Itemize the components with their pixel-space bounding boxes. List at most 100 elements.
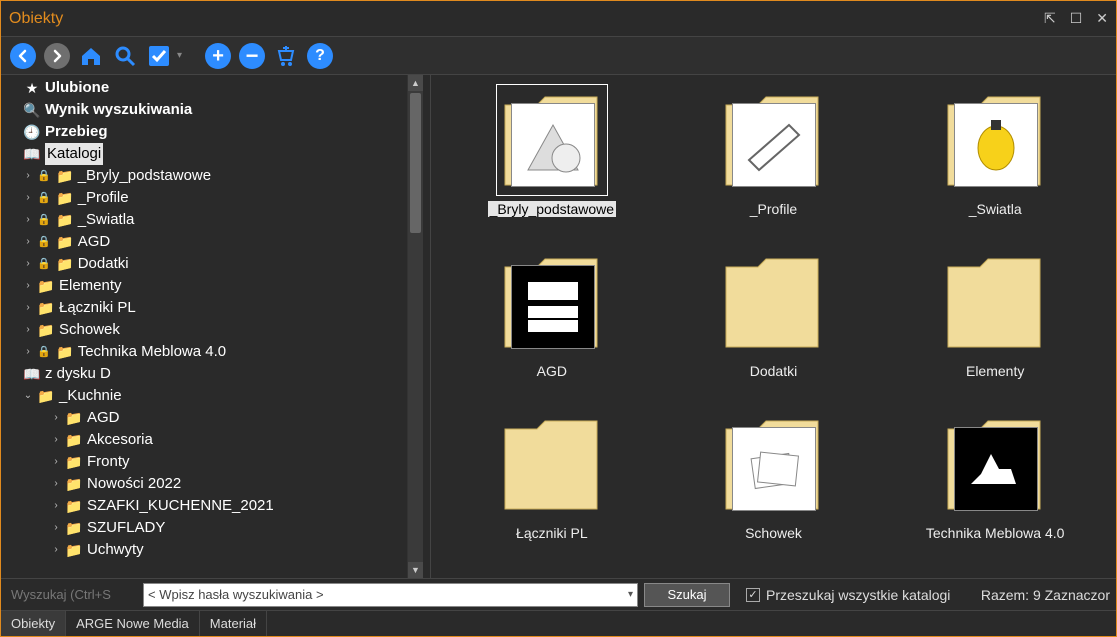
tree-item[interactable]: ⌄📁_Kuchnie xyxy=(1,385,407,407)
folder-item[interactable]: Schowek xyxy=(683,409,865,541)
home-button[interactable] xyxy=(77,42,105,70)
folder-thumbnail xyxy=(718,247,828,357)
folder-icon: 📁 xyxy=(65,407,83,429)
tree-item[interactable]: ›📁SZAFKI_KUCHENNE_2021 xyxy=(1,495,407,517)
maximize-icon[interactable]: ☐ xyxy=(1070,10,1083,27)
tree-item[interactable]: 🔍Wynik wyszukiwania xyxy=(1,99,407,121)
caret-icon: ⌄ xyxy=(23,385,33,407)
folder-thumbnail xyxy=(718,409,828,519)
folder-icon: 📁 xyxy=(56,231,74,253)
tree-item-label: z dysku D xyxy=(45,363,111,385)
search-submit-button[interactable]: Szukaj xyxy=(644,583,730,607)
caret-icon: › xyxy=(51,495,61,517)
folder-icon: 📁 xyxy=(37,275,55,297)
tree-item-label: _Swiatla xyxy=(78,209,135,231)
folder-label: Technika Meblowa 4.0 xyxy=(926,525,1065,541)
scroll-up-icon[interactable]: ▲ xyxy=(408,75,423,91)
folder-item[interactable]: _Profile xyxy=(683,85,865,217)
folder-item[interactable]: Technika Meblowa 4.0 xyxy=(904,409,1086,541)
folder-icon: 📁 xyxy=(56,253,74,275)
lock-icon: 🔒 xyxy=(37,187,51,209)
tree-item-label: Schowek xyxy=(59,319,120,341)
tree-item[interactable]: ›🔒📁_Bryly_podstawowe xyxy=(1,165,407,187)
tree-item-label: SZAFKI_KUCHENNE_2021 xyxy=(87,495,274,517)
folder-label: Dodatki xyxy=(750,363,797,379)
search-bar: Wyszukaj (Ctrl+S < Wpisz hasła wyszukiwa… xyxy=(1,578,1116,610)
clock-icon: 🕘 xyxy=(23,121,41,143)
tree-item[interactable]: ›📁AGD xyxy=(1,407,407,429)
tree-item[interactable]: ›🔒📁_Swiatla xyxy=(1,209,407,231)
tree-item[interactable]: ›📁Uchwyty xyxy=(1,539,407,561)
tree-item-catalogs[interactable]: 📖Katalogi xyxy=(1,143,407,165)
back-button[interactable] xyxy=(9,42,37,70)
tree-item[interactable]: ›📁Łączniki PL xyxy=(1,297,407,319)
tree-item[interactable]: ›🔒📁Dodatki xyxy=(1,253,407,275)
tree-item-label: Uchwyty xyxy=(87,539,144,561)
folder-item[interactable]: _Bryly_podstawowe xyxy=(461,85,643,217)
folder-icon: 📁 xyxy=(65,429,83,451)
chevron-down-icon[interactable]: ▾ xyxy=(628,589,633,600)
folder-icon: 📁 xyxy=(37,297,55,319)
scroll-down-icon[interactable]: ▼ xyxy=(408,562,423,578)
caret-icon: › xyxy=(23,319,33,341)
tree-item[interactable]: ★Ulubione xyxy=(1,77,407,99)
close-icon[interactable]: ✕ xyxy=(1096,10,1108,27)
search-all-checkbox[interactable]: ✓ Przeszukaj wszystkie katalogi xyxy=(746,587,950,603)
folder-item[interactable]: Łączniki PL xyxy=(461,409,643,541)
folder-icon xyxy=(497,409,607,519)
tree-item[interactable]: ›📁Akcesoria xyxy=(1,429,407,451)
dropdown-caret-icon[interactable]: ▾ xyxy=(177,50,182,61)
tree-item-label: AGD xyxy=(87,407,120,429)
check-button[interactable] xyxy=(145,42,173,70)
folder-item[interactable]: AGD xyxy=(461,247,643,379)
folder-item[interactable]: _Swiatla xyxy=(904,85,1086,217)
book-icon: 📖 xyxy=(23,143,41,165)
cart-button[interactable] xyxy=(272,42,300,70)
tree-item[interactable]: ›📁Fronty xyxy=(1,451,407,473)
folder-item[interactable]: Dodatki xyxy=(683,247,865,379)
folder-label: Schowek xyxy=(745,525,802,541)
folder-icon: 📁 xyxy=(56,341,74,363)
tree-item[interactable]: ›🔒📁Technika Meblowa 4.0 xyxy=(1,341,407,363)
search-combo[interactable]: < Wpisz hasła wyszukiwania > ▾ xyxy=(143,583,638,607)
tree-item[interactable]: ›📁SZUFLADY xyxy=(1,517,407,539)
scroll-thumb[interactable] xyxy=(410,93,421,233)
tree-item-label: Wynik wyszukiwania xyxy=(45,99,192,121)
search-hint: Wyszukaj (Ctrl+S xyxy=(7,587,137,602)
caret-icon: › xyxy=(51,451,61,473)
tree-item-label: Ulubione xyxy=(45,77,109,99)
tree-item[interactable]: 📖z dysku D xyxy=(1,363,407,385)
tree-item[interactable]: 🕘Przebieg xyxy=(1,121,407,143)
search-combo-text: < Wpisz hasła wyszukiwania > xyxy=(148,587,324,602)
caret-icon: › xyxy=(23,275,33,297)
tree-item[interactable]: ›📁Elementy xyxy=(1,275,407,297)
lock-icon: 🔒 xyxy=(37,253,51,275)
tab-obiekty[interactable]: Obiekty xyxy=(1,611,66,636)
folder-icon: 📁 xyxy=(56,187,74,209)
tree-item[interactable]: ›🔒📁_Profile xyxy=(1,187,407,209)
tab-material[interactable]: Materiał xyxy=(200,611,267,636)
scrollbar[interactable]: ▲ ▼ xyxy=(407,75,423,578)
add-button[interactable]: + xyxy=(204,42,232,70)
tree-item[interactable]: ›📁Nowości 2022 xyxy=(1,473,407,495)
folder-item[interactable]: Elementy xyxy=(904,247,1086,379)
caret-icon: › xyxy=(23,165,33,187)
tree-item-label: AGD xyxy=(78,231,111,253)
help-button[interactable]: ? xyxy=(306,42,334,70)
search-button[interactable] xyxy=(111,42,139,70)
caret-icon: › xyxy=(51,517,61,539)
lock-icon: 🔒 xyxy=(37,231,51,253)
tree-item[interactable]: ›📁Schowek xyxy=(1,319,407,341)
tab-arge[interactable]: ARGE Nowe Media xyxy=(66,611,200,636)
folder-label: _Swiatla xyxy=(969,201,1022,217)
remove-button[interactable]: − xyxy=(238,42,266,70)
pin-icon[interactable]: ⇱ xyxy=(1044,10,1056,27)
caret-icon: › xyxy=(51,429,61,451)
bottom-tabs: Obiekty ARGE Nowe Media Materiał xyxy=(1,610,1116,636)
tree-item[interactable]: ›🔒📁AGD xyxy=(1,231,407,253)
forward-button[interactable] xyxy=(43,42,71,70)
star-icon: ★ xyxy=(23,77,41,99)
folder-icon: 📁 xyxy=(65,451,83,473)
status-text: Razem: 9 Zaznaczor xyxy=(981,587,1110,603)
tree-item-label: Przebieg xyxy=(45,121,108,143)
